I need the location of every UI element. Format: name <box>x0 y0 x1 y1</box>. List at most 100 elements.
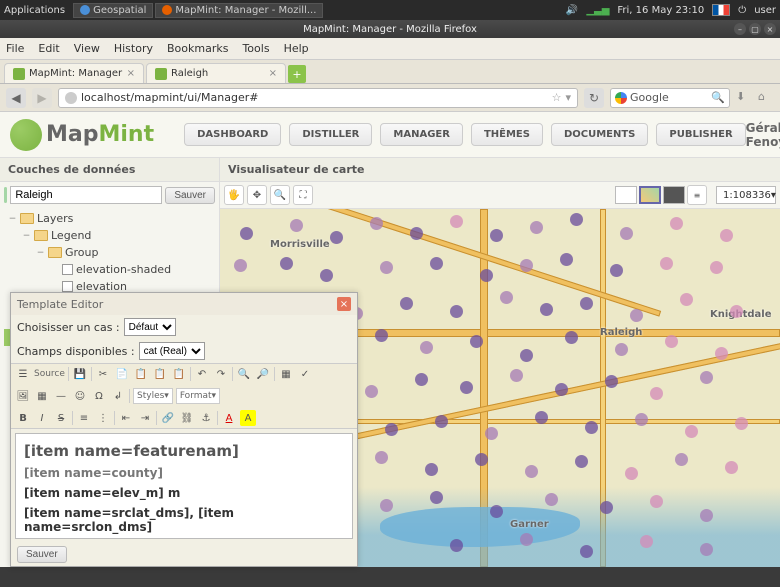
redo-icon[interactable]: ↷ <box>213 366 229 382</box>
reload-button[interactable]: ↻ <box>584 88 604 108</box>
table-icon[interactable]: ▦ <box>34 388 50 404</box>
new-tab-button[interactable]: + <box>288 65 306 83</box>
strike-icon[interactable]: S <box>53 410 69 426</box>
tab-manager[interactable]: MapMint: Manager× <box>4 63 144 83</box>
template-save-button[interactable]: Sauver <box>17 546 67 563</box>
bullist-icon[interactable]: ⋮ <box>95 410 111 426</box>
spell-icon[interactable]: ✓ <box>297 366 313 382</box>
source-label[interactable]: Source <box>34 369 65 379</box>
layer-name-input[interactable] <box>10 186 162 204</box>
menu-history[interactable]: History <box>114 42 153 55</box>
zoom-in-tool[interactable]: 🔍 <box>270 185 290 205</box>
url-input[interactable]: localhost/mapmint/ui/Manager#☆▾ <box>58 88 578 108</box>
clock-date[interactable]: Fri, 16 May 23:10 <box>617 5 704 16</box>
close-icon[interactable]: × <box>337 297 351 311</box>
paste-word-icon[interactable]: 📋 <box>171 366 187 382</box>
app-user[interactable]: Gérald Fenoy <box>746 121 780 149</box>
undo-icon[interactable]: ↶ <box>194 366 210 382</box>
smiley-icon[interactable]: ☺ <box>72 388 88 404</box>
power-icon[interactable]: ⏻ <box>738 5 746 16</box>
special-icon[interactable]: Ω <box>91 388 107 404</box>
case-select[interactable]: Défaut <box>124 318 176 336</box>
checkbox-icon[interactable] <box>62 281 73 292</box>
applications-menu[interactable]: Applications <box>4 5 65 16</box>
bgcolor-icon[interactable]: A <box>240 410 256 426</box>
paste-text-icon[interactable]: 📋 <box>152 366 168 382</box>
nav-documents[interactable]: DOCUMENTS <box>551 123 648 146</box>
save-layers-button[interactable]: Sauver <box>165 187 215 204</box>
keyboard-layout-icon[interactable] <box>712 4 730 16</box>
unlink-icon[interactable]: ⛓ <box>179 410 195 426</box>
anchor-icon[interactable]: ⚓ <box>198 410 214 426</box>
move-tool[interactable]: ✥ <box>247 185 267 205</box>
basemap-blank[interactable] <box>615 186 637 204</box>
basemap-satellite[interactable] <box>663 186 685 204</box>
window-close[interactable]: × <box>764 23 776 35</box>
nav-dashboard[interactable]: DASHBOARD <box>184 123 281 146</box>
star-icon[interactable]: ☆ <box>552 91 562 104</box>
replace-icon[interactable]: 🔎 <box>255 366 271 382</box>
italic-icon[interactable]: I <box>34 410 50 426</box>
tree-group[interactable]: −Group <box>4 244 215 261</box>
save-icon[interactable]: 💾 <box>72 366 88 382</box>
format-select[interactable]: Format ▾ <box>176 388 220 404</box>
cut-icon[interactable]: ✂ <box>95 366 111 382</box>
select-all-icon[interactable]: ▦ <box>278 366 294 382</box>
close-tab-icon[interactable]: × <box>269 68 277 79</box>
scale-select[interactable]: 1:108336▾ <box>716 186 776 204</box>
hr-icon[interactable]: — <box>53 388 69 404</box>
tree-layer-0[interactable]: elevation-shaded <box>4 261 215 278</box>
tree-root[interactable]: −Layers <box>4 210 215 227</box>
link-icon[interactable]: 🔗 <box>160 410 176 426</box>
task-firefox[interactable]: MapMint: Manager - Mozill... <box>155 3 323 18</box>
search-engine-select[interactable]: Google🔍 <box>610 88 730 108</box>
pan-tool[interactable]: 🖐 <box>224 185 244 205</box>
back-button[interactable]: ◀ <box>6 88 26 108</box>
indent-icon[interactable]: ⇥ <box>137 410 153 426</box>
menu-bookmarks[interactable]: Bookmarks <box>167 42 228 55</box>
source-btn[interactable]: ☰ <box>15 366 31 382</box>
map-dot <box>490 229 503 242</box>
volume-icon[interactable]: 🔊 <box>566 5 578 16</box>
numlist-icon[interactable]: ≡ <box>76 410 92 426</box>
find-icon[interactable]: 🔍 <box>236 366 252 382</box>
styles-select[interactable]: Styles ▾ <box>133 388 173 404</box>
nav-themes[interactable]: THÊMES <box>471 123 543 146</box>
paste-icon[interactable]: 📋 <box>133 366 149 382</box>
template-editor-title[interactable]: Template Editor× <box>11 293 357 315</box>
textcolor-icon[interactable]: A <box>221 410 237 426</box>
checkbox-icon[interactable] <box>62 264 73 275</box>
nav-manager[interactable]: MANAGER <box>380 123 463 146</box>
tree-legend[interactable]: −Legend <box>4 227 215 244</box>
nav-publisher[interactable]: PUBLISHER <box>656 123 745 146</box>
map-label: Raleigh <box>600 327 642 338</box>
break-icon[interactable]: ↲ <box>110 388 126 404</box>
bold-icon[interactable]: B <box>15 410 31 426</box>
basemap-osm[interactable] <box>639 186 661 204</box>
menu-tools[interactable]: Tools <box>242 42 269 55</box>
mapmint-app: MapMint DASHBOARD DISTILLER MANAGER THÊM… <box>0 112 780 567</box>
window-minimize[interactable]: – <box>734 23 746 35</box>
layers-toggle[interactable]: ≡ <box>687 185 707 205</box>
outdent-icon[interactable]: ⇤ <box>118 410 134 426</box>
editor-body[interactable]: [item name=featurenam] [item name=county… <box>15 433 353 539</box>
dropdown-icon[interactable]: ▾ <box>565 91 571 104</box>
image-icon[interactable]: 🖼 <box>15 388 31 404</box>
download-icon[interactable]: ⬇ <box>736 90 752 106</box>
fields-select[interactable]: cat (Real) <box>139 342 205 360</box>
copy-icon[interactable]: 📄 <box>114 366 130 382</box>
task-geospatial[interactable]: Geospatial <box>73 3 153 18</box>
zoom-extent-tool[interactable]: ⛶ <box>293 185 313 205</box>
window-maximize[interactable]: ▢ <box>749 23 761 35</box>
close-tab-icon[interactable]: × <box>127 68 135 79</box>
menu-help[interactable]: Help <box>284 42 309 55</box>
tab-raleigh[interactable]: Raleigh× <box>146 63 286 83</box>
nav-distiller[interactable]: DISTILLER <box>289 123 372 146</box>
forward-button[interactable]: ▶ <box>32 88 52 108</box>
menu-view[interactable]: View <box>74 42 100 55</box>
current-user[interactable]: user <box>754 5 776 16</box>
home-icon[interactable]: ⌂ <box>758 90 774 106</box>
map-dot <box>620 227 633 240</box>
menu-file[interactable]: File <box>6 42 24 55</box>
menu-edit[interactable]: Edit <box>38 42 59 55</box>
